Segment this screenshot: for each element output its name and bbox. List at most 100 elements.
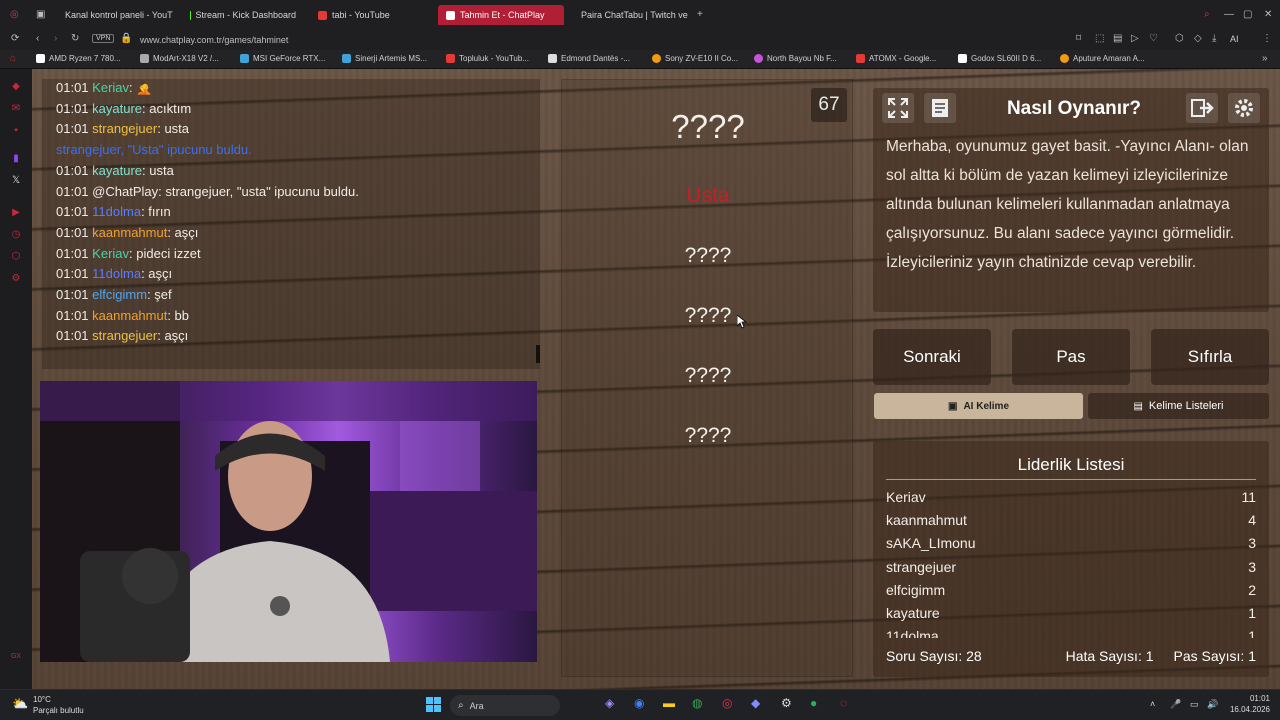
discord-icon[interactable]: ◆ [751, 696, 760, 710]
opera-gx-icon[interactable]: ◎ [722, 696, 732, 710]
tab-youtube-studio[interactable]: Kanal kontrol paneli - YouT [52, 5, 174, 25]
bookmark-item[interactable]: ATOMX - Google... [856, 54, 936, 63]
close-icon[interactable]: ✕ [1264, 9, 1272, 20]
ai-word-button[interactable]: ▣ AI Kelime [874, 393, 1083, 419]
bookmark-item[interactable]: Topluluk - YouTub... [446, 54, 529, 63]
minimize-icon[interactable]: — [1224, 9, 1234, 20]
chat-icon[interactable]: ▪ [10, 125, 22, 137]
notes-icon[interactable] [924, 93, 956, 123]
bookmark-favicon-icon [342, 54, 351, 63]
spotify-icon[interactable]: ● [810, 696, 817, 710]
bookmark-item[interactable]: Edmond Dantès -... [548, 54, 630, 63]
workspace-icon[interactable]: ▣ [36, 9, 45, 20]
snapshot-icon[interactable]: ⬚ [1095, 33, 1104, 44]
chat-username[interactable]: kaanmahmut [92, 308, 167, 323]
weather-icon[interactable]: ⛅ [12, 696, 28, 712]
chat-username[interactable]: strangejuer [92, 121, 157, 136]
bookmark-item[interactable]: AMD Ryzen 7 780... [36, 54, 121, 63]
bookmark-item[interactable]: MSI GeForce RTX... [240, 54, 325, 63]
history-icon[interactable]: ◷ [10, 229, 22, 241]
microphone-icon[interactable]: 🎤 [1170, 699, 1181, 710]
steam-icon[interactable]: ⚙ [781, 696, 792, 710]
leaderboard-title: Liderlik Listesi [1017, 455, 1125, 474]
hint-word-found: Usta [686, 184, 730, 207]
chat-username[interactable]: Keriav [92, 246, 129, 261]
chat-username[interactable]: kayature [92, 163, 142, 178]
chat-username[interactable]: strangejuer [92, 328, 157, 343]
fullscreen-icon[interactable] [882, 93, 914, 123]
reload-icon[interactable]: ↻ [71, 33, 79, 44]
volume-icon[interactable]: 🔊 [1207, 699, 1218, 710]
word-lists-button[interactable]: ▤ Kelime Listeleri [1088, 393, 1269, 419]
menu-icon[interactable]: ⋮ [1262, 33, 1272, 44]
opera-logo-icon[interactable]: ◎ [10, 9, 19, 20]
network-icon[interactable]: ▭ [1190, 699, 1199, 710]
next-button[interactable]: Sonraki [873, 329, 991, 385]
tray-chevron-icon[interactable]: ˄ [1150, 699, 1155, 709]
app-icon[interactable]: ◌ [840, 696, 847, 710]
vpn-badge[interactable]: VPN [92, 34, 115, 43]
windows-start-icon[interactable] [426, 697, 441, 717]
maximize-icon[interactable]: ▢ [1243, 9, 1252, 20]
file-explorer-icon[interactable]: ▬ [663, 696, 675, 710]
chat-username[interactable]: Keriav [92, 80, 129, 95]
chat-username[interactable]: 11dolma [92, 204, 141, 219]
heart-icon[interactable]: ♡ [1149, 33, 1158, 44]
chat-timestamp: 01:01 [56, 183, 89, 199]
chat-message: 01:01 kayature: usta [56, 163, 174, 178]
taskbar-search[interactable]: ⌕ Ara [450, 695, 560, 716]
new-tab-icon[interactable]: + [697, 9, 703, 20]
youtube-icon [318, 10, 327, 20]
lock-icon[interactable]: 🔒 [120, 33, 132, 44]
reset-button[interactable]: Sıfırla [1151, 329, 1269, 385]
bookmark-item[interactable]: Sony ZV-E10 II Co... [652, 54, 738, 63]
extensions-icon[interactable]: ⬡ [1175, 33, 1184, 44]
extensions-icon[interactable]: ⬡ [10, 251, 22, 263]
chat-scrollbar[interactable] [536, 345, 540, 363]
clock-time[interactable]: 01:01 [1230, 694, 1270, 703]
bookmark-item[interactable]: North Bayou Nb F... [754, 54, 837, 63]
bookmark-icon[interactable]: ⌑ [1076, 33, 1081, 44]
bookmark-item[interactable]: Sinerji Artemis MS... [342, 54, 427, 63]
download-icon[interactable]: ⤓ [1212, 33, 1216, 44]
forward-icon[interactable]: › [54, 33, 57, 44]
play-icon[interactable]: ▷ [1131, 33, 1139, 44]
tab-chatplay[interactable]: Tahmin Et - ChatPlay [438, 5, 564, 25]
pass-button[interactable]: Pas [1012, 329, 1130, 385]
chat-username[interactable]: kayature [92, 101, 142, 116]
url-input[interactable]: www.chatplay.com.tr/games/tahminet [140, 35, 288, 45]
clock-date[interactable]: 16.04.2026 [1222, 705, 1270, 714]
settings-icon[interactable]: ⚙ [10, 273, 22, 285]
ai-button[interactable]: AI [1230, 34, 1239, 44]
bookmark-item[interactable]: Godox SL60II D 6... [958, 54, 1041, 63]
wallet-icon[interactable]: ◇ [1194, 33, 1202, 44]
tab-youtube-tabi[interactable]: tabi - YouTube [310, 5, 432, 25]
exit-icon[interactable] [1186, 93, 1218, 123]
leaderboard-row: Keriav 11 [886, 489, 1256, 505]
edge-icon[interactable]: ◉ [634, 696, 644, 710]
search-icon[interactable]: ⌕ [1204, 9, 1210, 20]
bookmark-item[interactable]: Aputure Amaran A... [1060, 54, 1145, 63]
chrome-icon[interactable]: ◍ [692, 696, 702, 710]
back-icon[interactable]: ‹ [36, 33, 39, 44]
reload-sidebar-icon[interactable]: ⟳ [11, 33, 19, 44]
chat-username[interactable]: @ChatPlay [92, 184, 158, 199]
bookmarks-panel-icon[interactable]: ▤ [1113, 33, 1122, 44]
gx-icon[interactable]: GX [10, 651, 22, 663]
aria-icon[interactable]: ◆ [10, 81, 22, 93]
tab-paira[interactable]: Paira ChatTabu | Twitch ve [568, 5, 690, 25]
twitch-icon[interactable]: ▮ [10, 153, 22, 165]
clipboard-icon: ▤ [1133, 400, 1143, 412]
chat-username[interactable]: elfcigimm [92, 287, 147, 302]
messenger-icon[interactable]: ✉ [10, 103, 22, 115]
bookmark-item[interactable]: ModArt-X18 V2 /... [140, 54, 219, 63]
chat-username[interactable]: kaanmahmut [92, 225, 167, 240]
player-icon[interactable]: ▶ [10, 207, 22, 219]
tab-kick[interactable]: Stream - Kick Dashboard [182, 5, 304, 25]
chat-username[interactable]: 11dolma [92, 266, 141, 281]
home-icon[interactable]: ⌂ [10, 53, 16, 64]
x-icon[interactable]: 𝕏 [10, 175, 22, 187]
copilot-icon[interactable]: ◈ [605, 696, 614, 710]
settings-gear-icon[interactable] [1228, 93, 1260, 123]
more-bookmarks-icon[interactable]: » [1262, 53, 1268, 64]
